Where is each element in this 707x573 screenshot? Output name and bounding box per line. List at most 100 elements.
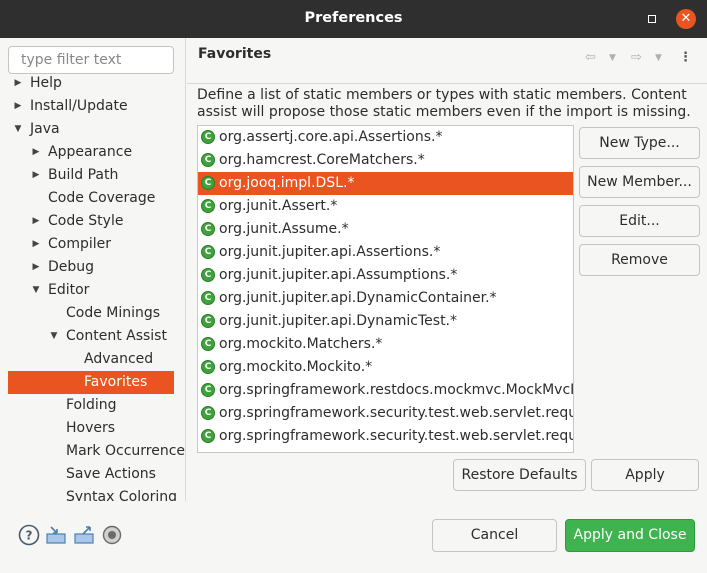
chevron-right-icon[interactable]: ▶: [12, 95, 24, 118]
chevron-right-icon[interactable]: ▶: [30, 256, 42, 279]
filter-input[interactable]: [8, 46, 174, 74]
class-icon: C: [201, 406, 215, 420]
page-title: Favorites: [198, 46, 272, 62]
chevron-right-icon[interactable]: ▶: [30, 210, 42, 233]
tree-item-label: Debug: [48, 259, 95, 275]
chevron-down-icon[interactable]: ▼: [48, 325, 60, 348]
tree-item-code-style[interactable]: ▶ Code Style: [0, 210, 185, 233]
class-icon: C: [201, 153, 215, 167]
page-description: Define a list of static members or types…: [197, 87, 691, 120]
tree-item-label: Hovers: [66, 420, 116, 436]
tree-item-editor[interactable]: ▼ Editor: [0, 279, 185, 302]
tree-item-label: Compiler: [48, 236, 112, 252]
list-item[interactable]: Corg.junit.jupiter.api.Assumptions.*: [198, 264, 573, 287]
tree-item-label: Save Actions: [66, 466, 156, 482]
tree-item-label: Code Style: [48, 213, 124, 229]
class-icon: C: [201, 337, 215, 351]
forward-arrow-icon[interactable]: ⇨: [631, 50, 642, 65]
back-dropdown-icon[interactable]: ▼: [609, 53, 616, 63]
cancel-button[interactable]: Cancel: [432, 519, 557, 552]
tree-item-label: Install/Update: [30, 98, 128, 114]
favorites-list[interactable]: Corg.assertj.core.api.Assertions.* Corg.h…: [197, 125, 574, 453]
tree-item-code-coverage[interactable]: Code Coverage: [0, 187, 185, 210]
close-button[interactable]: ✕: [676, 9, 696, 29]
restore-defaults-button[interactable]: Restore Defaults: [453, 459, 586, 491]
chevron-right-icon[interactable]: ▶: [30, 141, 42, 164]
tree-item-label: Advanced: [84, 351, 154, 367]
chevron-right-icon[interactable]: ▶: [12, 72, 24, 95]
preferences-tree-pane: ▶ Help ▶ Install/Update ▼ Java ▶ Appearance ▶ Bui…: [0, 38, 186, 501]
favorite-label: org.mockito.Mockito.*: [219, 359, 373, 375]
apply-button[interactable]: Apply: [591, 459, 699, 491]
dialog-button-bar: ? Cancel Apply and Close: [0, 501, 707, 573]
window-title: Preferences: [304, 10, 403, 26]
help-icon[interactable]: ?: [18, 524, 40, 546]
class-icon: C: [201, 130, 215, 144]
chevron-right-icon[interactable]: ▶: [30, 164, 42, 187]
list-item[interactable]: Corg.junit.jupiter.api.Assertions.*: [198, 241, 573, 264]
export-icon[interactable]: [73, 524, 95, 546]
chevron-down-icon[interactable]: ▼: [30, 279, 42, 302]
tree-item-debug[interactable]: ▶ Debug: [0, 256, 185, 279]
title-bar: Preferences ✕: [0, 0, 707, 38]
tree-item-favorites[interactable]: Favorites: [0, 371, 185, 394]
back-arrow-icon[interactable]: ⇦: [585, 50, 596, 65]
tree-item-build-path[interactable]: ▶ Build Path: [0, 164, 185, 187]
tree-item-label: Code Minings: [66, 305, 161, 321]
tree-item-code-minings[interactable]: Code Minings: [0, 302, 185, 325]
tree-item-label: Folding: [66, 397, 117, 413]
forward-dropdown-icon[interactable]: ▼: [655, 53, 662, 63]
list-item[interactable]: Corg.springframework.security.test.web.s…: [198, 402, 573, 425]
tree-item-save-actions[interactable]: Save Actions: [0, 463, 185, 486]
header-divider: [187, 83, 707, 84]
favorite-label: org.springframework.security.test.web.se…: [219, 428, 573, 444]
tree-item-folding[interactable]: Folding: [0, 394, 185, 417]
list-item[interactable]: Corg.junit.Assume.*: [198, 218, 573, 241]
class-icon: C: [201, 360, 215, 374]
tree-item-hovers[interactable]: Hovers: [0, 417, 185, 440]
list-item[interactable]: Corg.assertj.core.api.Assertions.*: [198, 126, 573, 149]
favorite-label: org.assertj.core.api.Assertions.*: [219, 129, 443, 145]
remove-button[interactable]: Remove: [579, 244, 700, 276]
tree-item-compiler[interactable]: ▶ Compiler: [0, 233, 185, 256]
maximize-button[interactable]: [642, 9, 662, 29]
tree-item-install-update[interactable]: ▶ Install/Update: [0, 95, 185, 118]
list-item[interactable]: Corg.mockito.Mockito.*: [198, 356, 573, 379]
import-icon[interactable]: [45, 524, 67, 546]
new-member-button[interactable]: New Member...: [579, 166, 700, 198]
tree-item-appearance[interactable]: ▶ Appearance: [0, 141, 185, 164]
record-icon[interactable]: [101, 524, 123, 546]
class-icon: C: [201, 222, 215, 236]
list-item[interactable]: Corg.springframework.restdocs.mockmvc.Mo…: [198, 379, 573, 402]
tree-item-advanced[interactable]: Advanced: [0, 348, 185, 371]
edit-button[interactable]: Edit...: [579, 205, 700, 237]
favorite-label: org.junit.Assert.*: [219, 198, 338, 214]
class-icon: C: [201, 429, 215, 443]
list-item[interactable]: Corg.springframework.security.test.web.s…: [198, 425, 573, 448]
tree-item-label: Appearance: [48, 144, 133, 160]
list-item[interactable]: Corg.junit.jupiter.api.DynamicTest.*: [198, 310, 573, 333]
list-item[interactable]: Corg.mockito.Matchers.*: [198, 333, 573, 356]
list-item[interactable]: Corg.hamcrest.CoreMatchers.*: [198, 149, 573, 172]
chevron-down-icon[interactable]: ▼: [12, 118, 24, 141]
tree-item-syntax-coloring[interactable]: Syntax Coloring: [0, 486, 185, 501]
tree-item-java[interactable]: ▼ Java: [0, 118, 185, 141]
new-type-button[interactable]: New Type...: [579, 127, 700, 159]
favorite-label: org.springframework.restdocs.mockmvc.Moc…: [219, 382, 573, 398]
tree-item-mark-occurrences[interactable]: Mark Occurrences: [0, 440, 185, 463]
tree-item-content-assist[interactable]: ▼ Content Assist: [0, 325, 185, 348]
favorite-label: org.springframework.security.test.web.se…: [219, 405, 573, 421]
view-menu-icon[interactable]: ⋮: [679, 50, 692, 65]
tree-item-label: Help: [30, 75, 62, 91]
class-icon: C: [201, 176, 215, 190]
class-icon: C: [201, 383, 215, 397]
class-icon: C: [201, 314, 215, 328]
favorite-label: org.junit.jupiter.api.DynamicContainer.*: [219, 290, 497, 306]
list-item[interactable]: Corg.junit.jupiter.api.DynamicContainer.…: [198, 287, 573, 310]
list-item[interactable]: Corg.jooq.impl.DSL.*: [198, 172, 573, 195]
tree-item-help[interactable]: ▶ Help: [0, 72, 185, 95]
apply-and-close-button[interactable]: Apply and Close: [565, 519, 695, 552]
tree-item-label: Java: [30, 121, 60, 137]
list-item[interactable]: Corg.junit.Assert.*: [198, 195, 573, 218]
chevron-right-icon[interactable]: ▶: [30, 233, 42, 256]
